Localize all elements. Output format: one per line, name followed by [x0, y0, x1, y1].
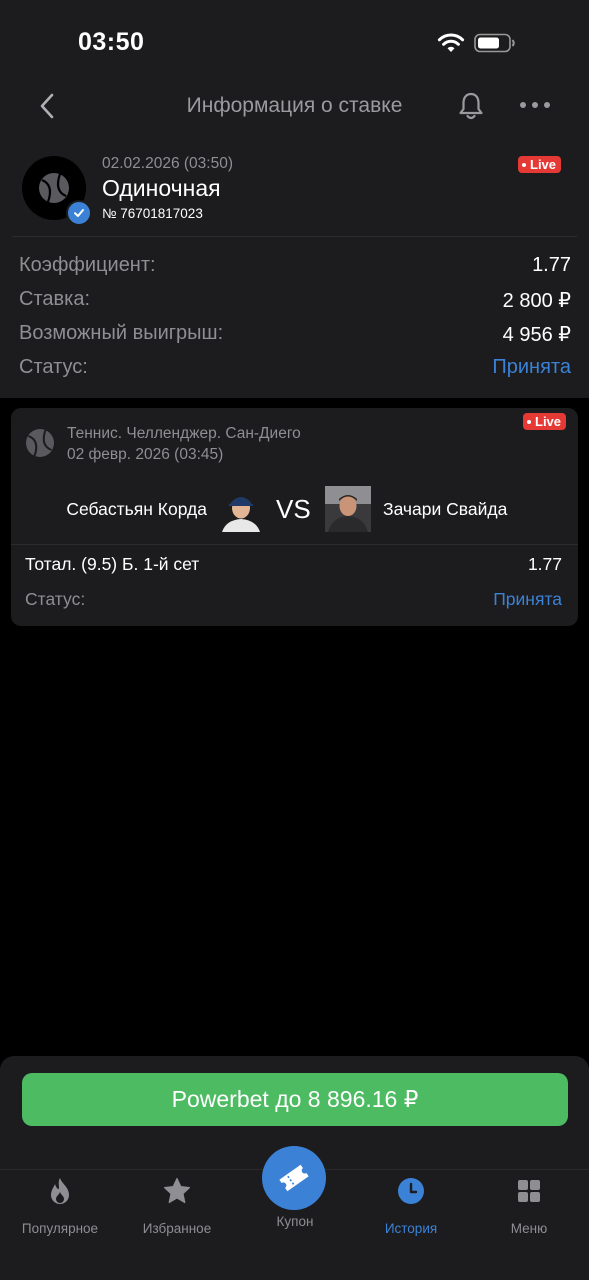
- grid-icon: [518, 1180, 540, 1202]
- tab-label: Избранное: [142, 1221, 212, 1236]
- detail-key: Возможный выигрыш:: [19, 322, 224, 344]
- divider: [11, 544, 578, 545]
- bet-type: Одиночная: [102, 175, 221, 201]
- bell-icon[interactable]: [456, 90, 486, 122]
- status-time: 03:50: [78, 28, 145, 56]
- tab-favorites[interactable]: Избранное: [118, 1176, 236, 1236]
- ticket-icon: [279, 1164, 309, 1192]
- player-left-avatar: [218, 486, 264, 532]
- tab-history[interactable]: История: [352, 1176, 470, 1236]
- detail-key: Ставка:: [19, 288, 90, 310]
- market-odds: 1.77: [527, 554, 562, 574]
- event-status-value: Принята: [493, 589, 562, 609]
- tennis-ball-icon: [26, 429, 54, 457]
- top-navigation: Информация о ставке: [0, 80, 589, 132]
- divider: [12, 236, 577, 237]
- live-badge: Live: [523, 413, 567, 430]
- page-title: Информация о ставке: [186, 94, 403, 117]
- status-accepted: Принята: [492, 356, 571, 378]
- live-dot-icon: [522, 162, 526, 167]
- clock-icon: [398, 1178, 424, 1204]
- detail-row-possible-win: Возможный выигрыш: 4 956 ₽: [19, 318, 571, 348]
- detail-row-odds: Коэффициент: 1.77: [19, 250, 571, 280]
- more-options-icon[interactable]: [518, 98, 552, 112]
- wifi-icon: [437, 33, 465, 52]
- live-label: Live: [535, 414, 562, 429]
- tennis-ball-icon: [39, 173, 69, 203]
- event-status-key: Статус:: [25, 589, 86, 609]
- bet-info-panel: 03:50 Информация о ставке 02.02.2026 (03…: [0, 0, 589, 398]
- bet-date: 02.02.2026 (03:50): [102, 155, 233, 172]
- player-right-name: Зачари Свайда: [383, 499, 508, 519]
- live-label: Live: [530, 157, 557, 172]
- powerbet-button[interactable]: Powerbet до 8 896.16 ₽: [22, 1073, 568, 1126]
- versus-label: VS: [276, 494, 311, 524]
- tab-label: Меню: [510, 1221, 548, 1236]
- tab-popular[interactable]: Популярное: [1, 1176, 119, 1236]
- tab-label: Популярное: [21, 1221, 99, 1236]
- bet-number: № 76701817023: [102, 206, 203, 221]
- detail-value: 1.77: [532, 254, 571, 276]
- coupon-button[interactable]: [262, 1146, 326, 1210]
- bet-header: 02.02.2026 (03:50) Одиночная № 767018170…: [0, 148, 589, 236]
- fire-icon: [51, 1178, 69, 1204]
- status-bar: 03:50: [0, 0, 589, 80]
- market-name: Тотал. (9.5) Б. 1-й сет: [25, 554, 200, 574]
- event-league: Теннис. Челленджер. Сан-Диего: [67, 425, 301, 442]
- detail-value: 4 956 ₽: [502, 324, 571, 346]
- detail-row-status: Статус: Принята: [19, 352, 571, 382]
- star-icon: [163, 1177, 191, 1204]
- detail-key: Коэффициент:: [19, 254, 156, 276]
- live-dot-icon: [527, 419, 531, 424]
- detail-row-stake: Ставка: 2 800 ₽: [19, 284, 571, 314]
- tab-label: История: [384, 1221, 438, 1236]
- detail-value: 2 800 ₽: [502, 290, 571, 312]
- battery-icon: [474, 33, 515, 53]
- verified-check-icon: [66, 200, 92, 226]
- event-date: 02 февр. 2026 (03:45): [67, 446, 224, 463]
- bottom-panel: Powerbet до 8 896.16 ₽ Популярное Избран…: [0, 1056, 589, 1280]
- tab-menu[interactable]: Меню: [470, 1176, 588, 1236]
- detail-key: Статус:: [19, 356, 88, 378]
- player-left-name: Себастьян Корда: [66, 499, 207, 519]
- live-badge: Live: [518, 156, 562, 173]
- event-card[interactable]: Теннис. Челленджер. Сан-Диего 02 февр. 2…: [11, 408, 578, 626]
- player-right-avatar: [325, 486, 371, 532]
- tab-label-coupon: Купон: [276, 1214, 314, 1229]
